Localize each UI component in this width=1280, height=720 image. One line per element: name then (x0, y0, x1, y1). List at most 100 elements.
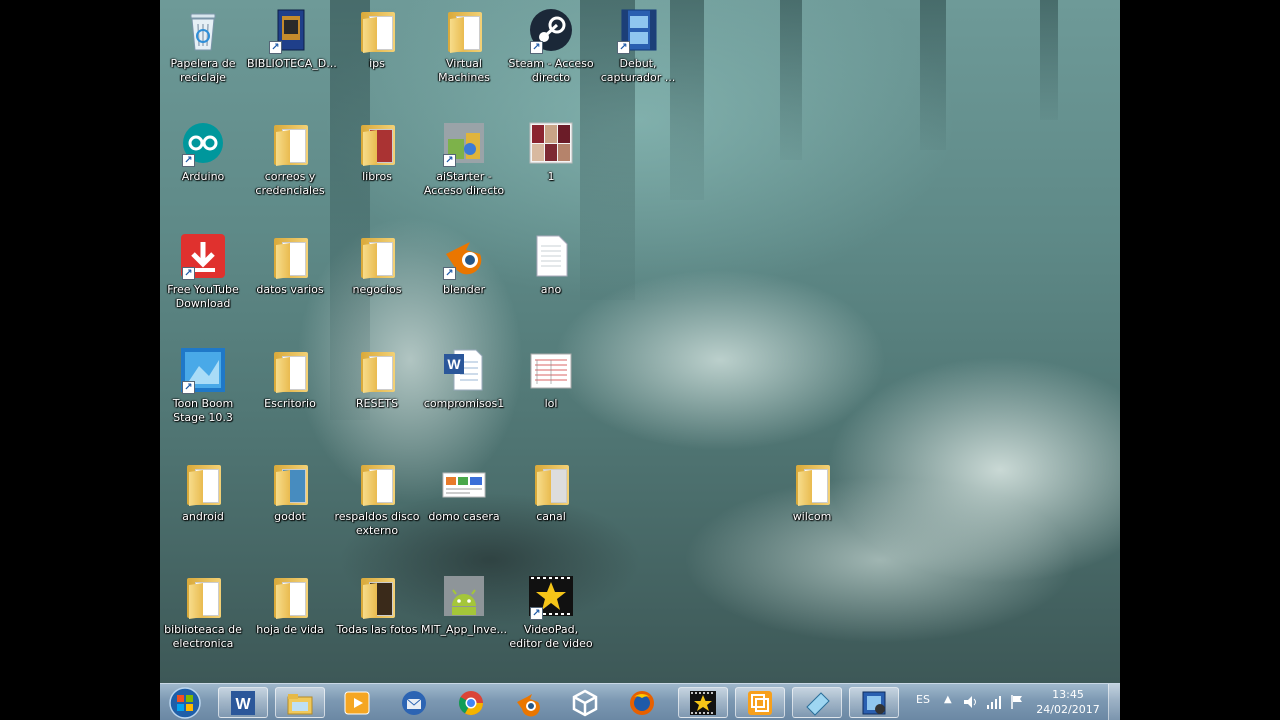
shortcut-arrow-icon: ↗ (269, 41, 282, 54)
puzzle-icon: ↗ (440, 119, 488, 167)
desktop-icon-negocios[interactable]: negocios (334, 232, 420, 297)
icon-label: ips (369, 57, 385, 70)
taskbar-vmware[interactable] (735, 687, 785, 718)
taskbar-media-player[interactable] (332, 687, 382, 718)
show-hidden-icons-button[interactable]: ▲ (944, 694, 952, 705)
toon-boom-icon: ↗ (179, 346, 227, 394)
taskbar-notepad[interactable] (792, 687, 842, 718)
icon-label: correos y credenciales (255, 170, 325, 197)
desktop-icon-virtual-machines[interactable]: Virtual Machines (421, 6, 507, 85)
icon-label: Virtual Machines (438, 57, 490, 84)
desktop-icon-escritorio[interactable]: Escritorio (247, 346, 333, 411)
taskbar-word[interactable]: W (218, 687, 268, 718)
taskbar-firefox[interactable] (617, 687, 667, 718)
notepad-icon (806, 691, 830, 716)
blender-icon (517, 693, 540, 716)
desktop-icon-todas-las-fotos[interactable]: Todas las fotos (334, 572, 420, 637)
icon-label: datos varios (256, 283, 324, 296)
desktop-icon-debut[interactable]: ↗ Debut, capturador ... (595, 6, 681, 85)
folder-icon (527, 459, 575, 507)
firefox-icon (630, 690, 654, 715)
icon-label: hoja de vida (256, 623, 324, 636)
text-file-icon (527, 232, 575, 280)
desktop-icon-steam[interactable]: ↗ Steam - Acceso directo (508, 6, 594, 85)
language-indicator[interactable]: ES (916, 693, 930, 706)
icon-label: blender (442, 283, 486, 296)
folder-icon (440, 6, 488, 54)
book-shortcut-icon: ↗ (266, 6, 314, 54)
desktop-icon-1[interactable]: 1 (508, 119, 594, 184)
desktop-icon-free-youtube-download[interactable]: ↗ Free YouTube Download (160, 232, 246, 311)
desktop-icon-domo-casera[interactable]: domo casera (421, 459, 507, 524)
shortcut-arrow-icon: ↗ (443, 267, 456, 280)
desktop-icon-godot[interactable]: godot (247, 459, 333, 524)
desktop-icon-videopad[interactable]: ↗ VideoPad, editor de video (508, 572, 594, 651)
vmware-icon (748, 690, 772, 715)
icon-label: Arduino (181, 170, 225, 183)
chrome-icon (458, 690, 483, 715)
start-button[interactable] (160, 686, 210, 719)
desktop-icon-compromisos[interactable]: W compromisos1 (421, 346, 507, 411)
android-puzzle-icon (440, 572, 488, 620)
image-thumbnail-icon (440, 459, 488, 507)
taskbar-file-explorer[interactable] (275, 687, 325, 718)
thunderbird-icon (402, 690, 426, 715)
icon-label: aiStarter - Acceso directo (423, 170, 505, 197)
desktop-icon-respaldos[interactable]: respaldos disco externo (334, 459, 420, 538)
show-desktop-button[interactable] (1108, 684, 1120, 720)
media-player-icon (344, 691, 370, 714)
volume-icon[interactable] (962, 694, 978, 710)
desktop-icon-datos-varios[interactable]: datos varios (247, 232, 333, 297)
desktop-icon-android[interactable]: android (160, 459, 246, 524)
taskbar-chrome[interactable] (446, 687, 496, 718)
desktop-icon-ano[interactable]: ano (508, 232, 594, 297)
desktop-icon-resets[interactable]: RESETS (334, 346, 420, 411)
icon-label: RESETS (355, 397, 399, 410)
folder-icon (353, 119, 401, 167)
desktop-icon-libros[interactable]: libros (334, 119, 420, 184)
desktop-icon-hoja-de-vida[interactable]: hoja de vida (247, 572, 333, 637)
icon-label: lol (544, 397, 558, 410)
desktop-icon-wilcom[interactable]: wilcom (769, 459, 855, 524)
shortcut-arrow-icon: ↗ (530, 41, 543, 54)
icon-label: Escritorio (264, 397, 316, 410)
network-icon[interactable] (986, 694, 1002, 710)
folder-icon (266, 459, 314, 507)
icon-label: 1 (547, 170, 555, 183)
word-document-icon: W (440, 346, 488, 394)
clock[interactable]: 13:45 24/02/2017 (1032, 687, 1104, 717)
action-center-flag-icon[interactable] (1009, 694, 1025, 710)
desktop-icon-ips[interactable]: ips (334, 6, 420, 71)
desktop-icon-aistarter[interactable]: ↗ aiStarter - Acceso directo (421, 119, 507, 198)
desktop-icon-recycle-bin[interactable]: Papelera de reciclaje (160, 6, 246, 85)
taskbar-videopad[interactable] (678, 687, 728, 718)
shortcut-arrow-icon: ↗ (617, 41, 630, 54)
icon-label: negocios (352, 283, 402, 296)
unity-icon (572, 689, 598, 716)
desktop-icon-toon-boom[interactable]: ↗ Toon Boom Stage 10.3 (160, 346, 246, 425)
videopad-icon (690, 690, 716, 715)
debut-icon (862, 691, 886, 714)
desktop-icon-mit-app-inventor[interactable]: MIT_App_Inve... (421, 572, 507, 637)
shortcut-arrow-icon: ↗ (443, 154, 456, 167)
icon-label: godot (274, 510, 306, 523)
icon-label: Toon Boom Stage 10.3 (172, 397, 234, 424)
desktop-icon-correos[interactable]: correos y credenciales (247, 119, 333, 198)
taskbar-debut[interactable] (849, 687, 899, 718)
desktop-icon-biblioteca[interactable]: ↗ BIBLIOTECA_D... (247, 6, 337, 71)
taskbar-unity[interactable] (560, 687, 610, 718)
desktop-icon-biblioteca-electronica[interactable]: biblioteaca de electronica (160, 572, 246, 651)
folder-icon (353, 346, 401, 394)
desktop-icon-blender[interactable]: ↗ blender (421, 232, 507, 297)
icon-label: VideoPad, editor de video (509, 623, 593, 650)
desktop-icon-arduino[interactable]: ↗ Arduino (160, 119, 246, 184)
icon-label: Free YouTube Download (167, 283, 239, 310)
desktop-screen: Papelera de reciclaje ↗ BIBLIOTECA_D... … (160, 0, 1120, 720)
taskbar-blender[interactable] (503, 687, 553, 718)
icon-label: ano (540, 283, 562, 296)
desktop-icon-canal[interactable]: canal (508, 459, 594, 524)
desktop-icon-lol[interactable]: lol (508, 346, 594, 411)
taskbar-thunderbird[interactable] (389, 687, 439, 718)
recycle-bin-icon (179, 6, 227, 54)
download-arrow-icon: ↗ (179, 232, 227, 280)
